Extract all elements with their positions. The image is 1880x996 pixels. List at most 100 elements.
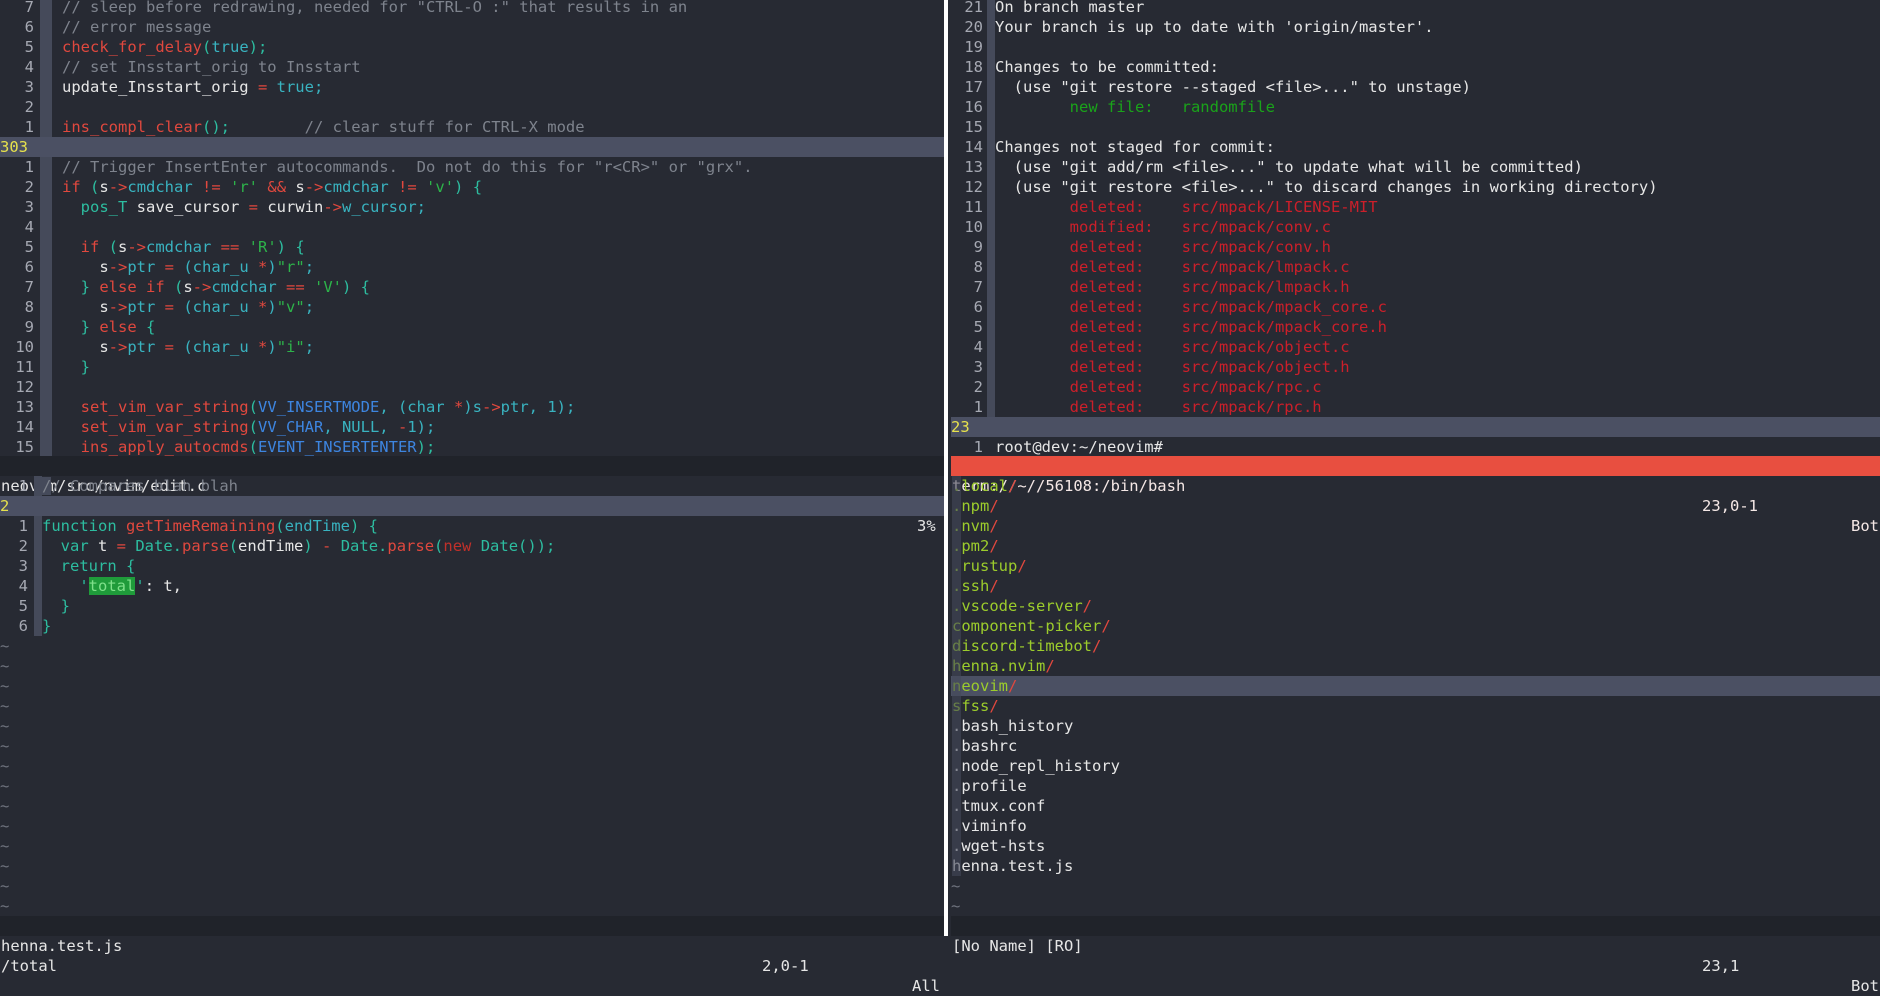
line-number: 5 xyxy=(973,318,983,336)
code-line: 3 update_Insstart_orig = true; xyxy=(0,77,944,97)
file-entry[interactable]: .vscode-server/ xyxy=(951,596,1880,616)
code-token: 1); xyxy=(407,418,436,436)
file-name: .profile xyxy=(952,777,1027,795)
code-line: 16 new file: randomfile xyxy=(951,97,1880,117)
line-number: 4 xyxy=(18,577,28,595)
line-number: 5 xyxy=(18,597,28,615)
empty-line-tilde: ~ xyxy=(0,897,10,915)
code-line: 2 var t = Date.parse(endTime) - Date.par… xyxy=(0,536,944,556)
code-line: 2 deleted: src/mpack/rpc.c xyxy=(951,377,1880,397)
code-token: modified: src/mpack/conv.c xyxy=(995,218,1331,236)
empty-line-tilde: ~ xyxy=(951,897,961,915)
code-line: 9 } else { xyxy=(0,317,944,337)
command-line-text: /total xyxy=(1,957,57,975)
editor-pane-edit-c[interactable]: 7 // sleep before redrawing, needed for "… xyxy=(0,0,944,456)
code-token: "v" xyxy=(276,298,305,316)
vertical-split-divider[interactable] xyxy=(944,0,948,936)
line-number: 23 xyxy=(951,418,970,436)
code-token: return { xyxy=(42,557,136,575)
code-token: ( xyxy=(201,38,212,56)
sign-column xyxy=(40,117,52,137)
file-entry[interactable]: .node_repl_history xyxy=(951,756,1880,776)
file-entry[interactable]: component-picker/ xyxy=(951,616,1880,636)
code-token: - xyxy=(322,537,332,555)
code-token: (use "git add/rm <file>..." to update wh… xyxy=(995,158,1583,176)
file-entry[interactable]: henna.test.js xyxy=(951,856,1880,876)
sign-column xyxy=(987,257,995,277)
code-token: curwin xyxy=(258,198,324,216)
code-token: pos_T xyxy=(62,198,128,216)
sign-column xyxy=(40,137,52,157)
code-line: 1 root@dev:~/neovim# xyxy=(951,437,1880,456)
code-token: ) xyxy=(267,338,277,356)
file-entry[interactable]: neovim/ xyxy=(951,676,1880,696)
directory-name: component-picker xyxy=(952,617,1102,635)
file-entry[interactable]: .pm2/ xyxy=(951,536,1880,556)
file-entry[interactable]: sfss/ xyxy=(951,696,1880,716)
file-listing-pane[interactable]: .local/.npm/.nvm/.pm2/.rustup/.ssh/.vsco… xyxy=(951,476,1880,916)
file-name: .viminfo xyxy=(952,817,1027,835)
code-token: , (char xyxy=(379,398,454,416)
code-token: ; xyxy=(304,338,315,356)
file-entry[interactable]: .bashrc xyxy=(951,736,1880,756)
code-token: -> xyxy=(108,298,128,316)
line-number: 10 xyxy=(15,338,34,356)
sign-column xyxy=(987,137,995,157)
code-token: set_vim_var_string xyxy=(62,418,249,436)
code-token: 'r' xyxy=(220,178,268,196)
line-number: 7 xyxy=(24,278,34,296)
file-entry[interactable]: .npm/ xyxy=(951,496,1880,516)
code-token: root@dev:~/neovim# xyxy=(995,438,1163,456)
code-line: 1 // Compares blah blah xyxy=(0,476,944,496)
line-number: 19 xyxy=(964,38,983,56)
code-token: deleted: src/mpack/lmpack.c xyxy=(995,258,1350,276)
terminal-pane-git-status[interactable]: 21 On branch master 20 Your branch is up to… xyxy=(951,0,1880,456)
editor-pane-henna-test-js[interactable]: 1// Compares blah blah 2 1 function getTime… xyxy=(0,476,944,916)
file-entry[interactable]: .tmux.conf xyxy=(951,796,1880,816)
file-entry[interactable]: discord-timebot/ xyxy=(951,636,1880,656)
directory-slash: / xyxy=(1008,677,1018,695)
code-line: 2 xyxy=(0,97,944,117)
status-line-edit-c: neovim/src/nvim/edit.c 303,0-1 3% xyxy=(0,456,944,535)
file-entry[interactable]: henna.nvim/ xyxy=(951,656,1880,676)
line-number: 13 xyxy=(15,398,34,416)
command-line[interactable]: /total xyxy=(0,936,1880,975)
code-text: new file: randomfile xyxy=(995,98,1275,116)
code-token: w_cursor; xyxy=(342,198,426,216)
file-entry[interactable]: .bash_history xyxy=(951,716,1880,736)
code-token: } xyxy=(62,278,100,296)
code-token: deleted: src/mpack/rpc.h xyxy=(995,398,1322,416)
file-entry[interactable]: .wget-hsts xyxy=(951,836,1880,856)
file-entry[interactable]: .viminfo xyxy=(951,816,1880,836)
file-entry[interactable]: .local/ xyxy=(951,476,1880,496)
code-token: ; xyxy=(304,258,315,276)
code-line: 5 check_for_delay(true); xyxy=(0,37,944,57)
code-line: 3 return { xyxy=(0,556,944,576)
code-token: * xyxy=(453,398,464,416)
code-token: true; xyxy=(267,78,324,96)
line-number: 1 xyxy=(973,398,983,416)
code-text: ins_compl_clear(); // clear stuff for CT… xyxy=(62,118,585,136)
code-token: -> xyxy=(127,238,147,256)
file-entry[interactable]: .rustup/ xyxy=(951,556,1880,576)
line-number: 2 xyxy=(18,537,28,555)
file-entry[interactable]: .nvm/ xyxy=(951,516,1880,536)
code-text: // set Insstart_orig to Insstart xyxy=(62,58,361,76)
sign-column xyxy=(40,0,52,17)
line-number: 5 xyxy=(24,38,34,56)
line-number: 6 xyxy=(24,258,34,276)
file-entry[interactable]: .profile xyxy=(951,776,1880,796)
code-token: s xyxy=(62,298,109,316)
sign-column xyxy=(34,596,42,616)
code-token: } xyxy=(42,597,70,615)
code-token: * xyxy=(258,338,268,356)
code-token: -> xyxy=(108,258,128,276)
current-line: 303 xyxy=(0,137,944,157)
code-token: ; xyxy=(304,298,315,316)
code-token: set_vim_var_string xyxy=(62,398,249,416)
code-text: deleted: src/mpack/mpack_core.h xyxy=(995,318,1387,336)
code-token: ins_compl_clear xyxy=(62,118,202,136)
file-entry[interactable]: .ssh/ xyxy=(951,576,1880,596)
code-line: 3 pos_T save_cursor = curwin->w_cursor; xyxy=(0,197,944,217)
code-text: deleted: src/mpack/object.c xyxy=(995,338,1350,356)
